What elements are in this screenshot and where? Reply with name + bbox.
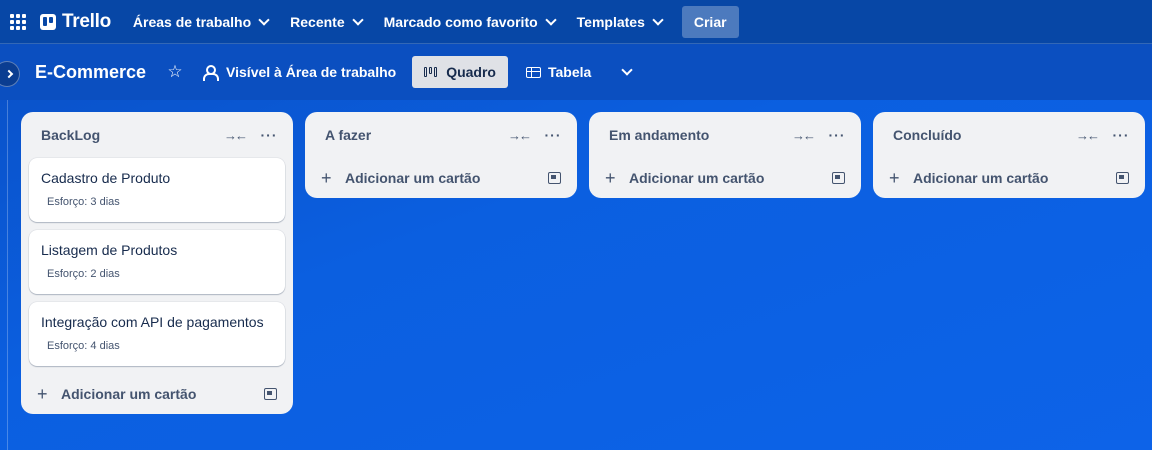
plus-icon: + — [889, 168, 900, 188]
create-from-template-icon[interactable] — [548, 172, 561, 184]
list-header: Em andamento →← ··· — [589, 112, 861, 158]
create-from-template-icon[interactable] — [832, 172, 845, 184]
view-board-label: Quadro — [446, 64, 496, 80]
add-card-button[interactable]: + Adicionar um cartão — [873, 158, 1145, 198]
view-board-button[interactable]: Quadro — [412, 56, 508, 88]
list-menu-icon[interactable]: ··· — [1109, 127, 1133, 143]
collapse-list-icon[interactable]: →← — [791, 128, 816, 143]
card-title: Integração com API de pagamentos — [41, 314, 264, 330]
card-title: Cadastro de Produto — [41, 170, 171, 186]
create-button[interactable]: Criar — [681, 5, 739, 38]
list-menu-icon[interactable]: ··· — [257, 127, 281, 143]
list-done: Concluído →← ··· + Adicionar um cartão — [873, 112, 1145, 198]
list-todo: A fazer →← ··· + Adicionar um cartão — [305, 112, 577, 198]
nav-recent[interactable]: Recente — [280, 6, 371, 38]
add-card-button[interactable]: + Adicionar um cartão — [21, 374, 293, 414]
card-badge: Esforço: 3 dias — [47, 196, 120, 208]
plus-icon: + — [321, 168, 332, 188]
add-card-label: Adicionar um cartão — [913, 170, 1049, 186]
card[interactable]: Cadastro de Produto Esforço: 3 dias — [29, 158, 285, 222]
card[interactable]: Integração com API de pagamentos Esforço… — [29, 302, 285, 366]
plus-icon: + — [37, 384, 48, 404]
visibility-button[interactable]: Visível à Área de trabalho — [202, 64, 397, 81]
card-badge: Esforço: 2 dias — [47, 268, 120, 280]
view-table-button[interactable]: Tabela — [514, 56, 603, 88]
board-header: E-Commerce ☆ Visível à Área de trabalho … — [0, 44, 1152, 100]
card-title: Listagem de Produtos — [41, 242, 178, 258]
expand-sidebar-button[interactable] — [0, 61, 20, 87]
logo-text: Trello — [62, 10, 111, 32]
nav-templates-label: Templates — [576, 13, 645, 30]
trello-logo[interactable]: Trello — [40, 11, 111, 33]
trello-logo-icon — [40, 13, 56, 30]
create-from-template-icon[interactable] — [1116, 172, 1129, 184]
nav-workspaces-label: Áreas de trabalho — [132, 13, 252, 30]
list-in-progress: Em andamento →← ··· + Adicionar um cartã… — [589, 112, 861, 198]
card[interactable]: Listagem de Produtos Esforço: 2 dias — [29, 230, 285, 294]
nav-templates[interactable]: Templates — [567, 6, 672, 38]
visibility-label: Visível à Área de trabalho — [226, 64, 397, 80]
chevron-down-icon — [621, 64, 633, 76]
chevron-down-icon — [351, 13, 364, 26]
chevron-down-icon — [258, 13, 270, 26]
app-switcher-icon[interactable] — [8, 12, 28, 32]
chevron-down-icon — [652, 13, 664, 26]
sidebar-rail — [0, 100, 8, 450]
add-card-label: Adicionar um cartão — [345, 170, 481, 186]
people-icon — [202, 65, 220, 81]
list-backlog: BackLog →← ··· Cadastro de Produto Esfor… — [21, 112, 293, 414]
list-title[interactable]: BackLog — [41, 127, 223, 143]
add-card-label: Adicionar um cartão — [61, 386, 197, 402]
add-card-button[interactable]: + Adicionar um cartão — [305, 158, 577, 198]
collapse-list-icon[interactable]: →← — [507, 128, 532, 143]
board-title[interactable]: E-Commerce — [35, 62, 146, 83]
nav-workspaces[interactable]: Áreas de trabalho — [123, 6, 278, 38]
create-from-template-icon[interactable] — [264, 388, 277, 400]
list-menu-icon[interactable]: ··· — [825, 127, 849, 143]
card-container: Cadastro de Produto Esforço: 3 dias List… — [21, 158, 293, 366]
collapse-list-icon[interactable]: →← — [223, 128, 248, 143]
board-view-icon — [424, 67, 438, 77]
top-navigation: Trello Áreas de trabalho Recente Marcado… — [0, 0, 1152, 44]
list-title[interactable]: Concluído — [893, 127, 1075, 143]
chevron-right-icon — [4, 69, 14, 79]
list-title[interactable]: A fazer — [325, 127, 507, 143]
nav-recent-label: Recente — [290, 13, 345, 30]
table-view-icon — [525, 66, 541, 78]
list-header: Concluído →← ··· — [873, 112, 1145, 158]
card-badge: Esforço: 4 dias — [47, 340, 120, 352]
add-card-button[interactable]: + Adicionar um cartão — [589, 158, 861, 198]
list-title[interactable]: Em andamento — [609, 127, 791, 143]
chevron-down-icon — [544, 13, 557, 26]
plus-icon: + — [605, 168, 616, 188]
list-menu-icon[interactable]: ··· — [541, 127, 565, 143]
list-header: BackLog →← ··· — [21, 112, 293, 158]
nav-starred-label: Marcado como favorito — [383, 13, 538, 30]
add-card-label: Adicionar um cartão — [629, 170, 765, 186]
view-table-label: Tabela — [547, 64, 592, 80]
star-icon[interactable]: ☆ — [166, 62, 184, 82]
collapse-list-icon[interactable]: →← — [1075, 128, 1100, 143]
list-header: A fazer →← ··· — [305, 112, 577, 158]
nav-starred[interactable]: Marcado como favorito — [374, 6, 565, 38]
more-views-button[interactable] — [617, 64, 637, 76]
